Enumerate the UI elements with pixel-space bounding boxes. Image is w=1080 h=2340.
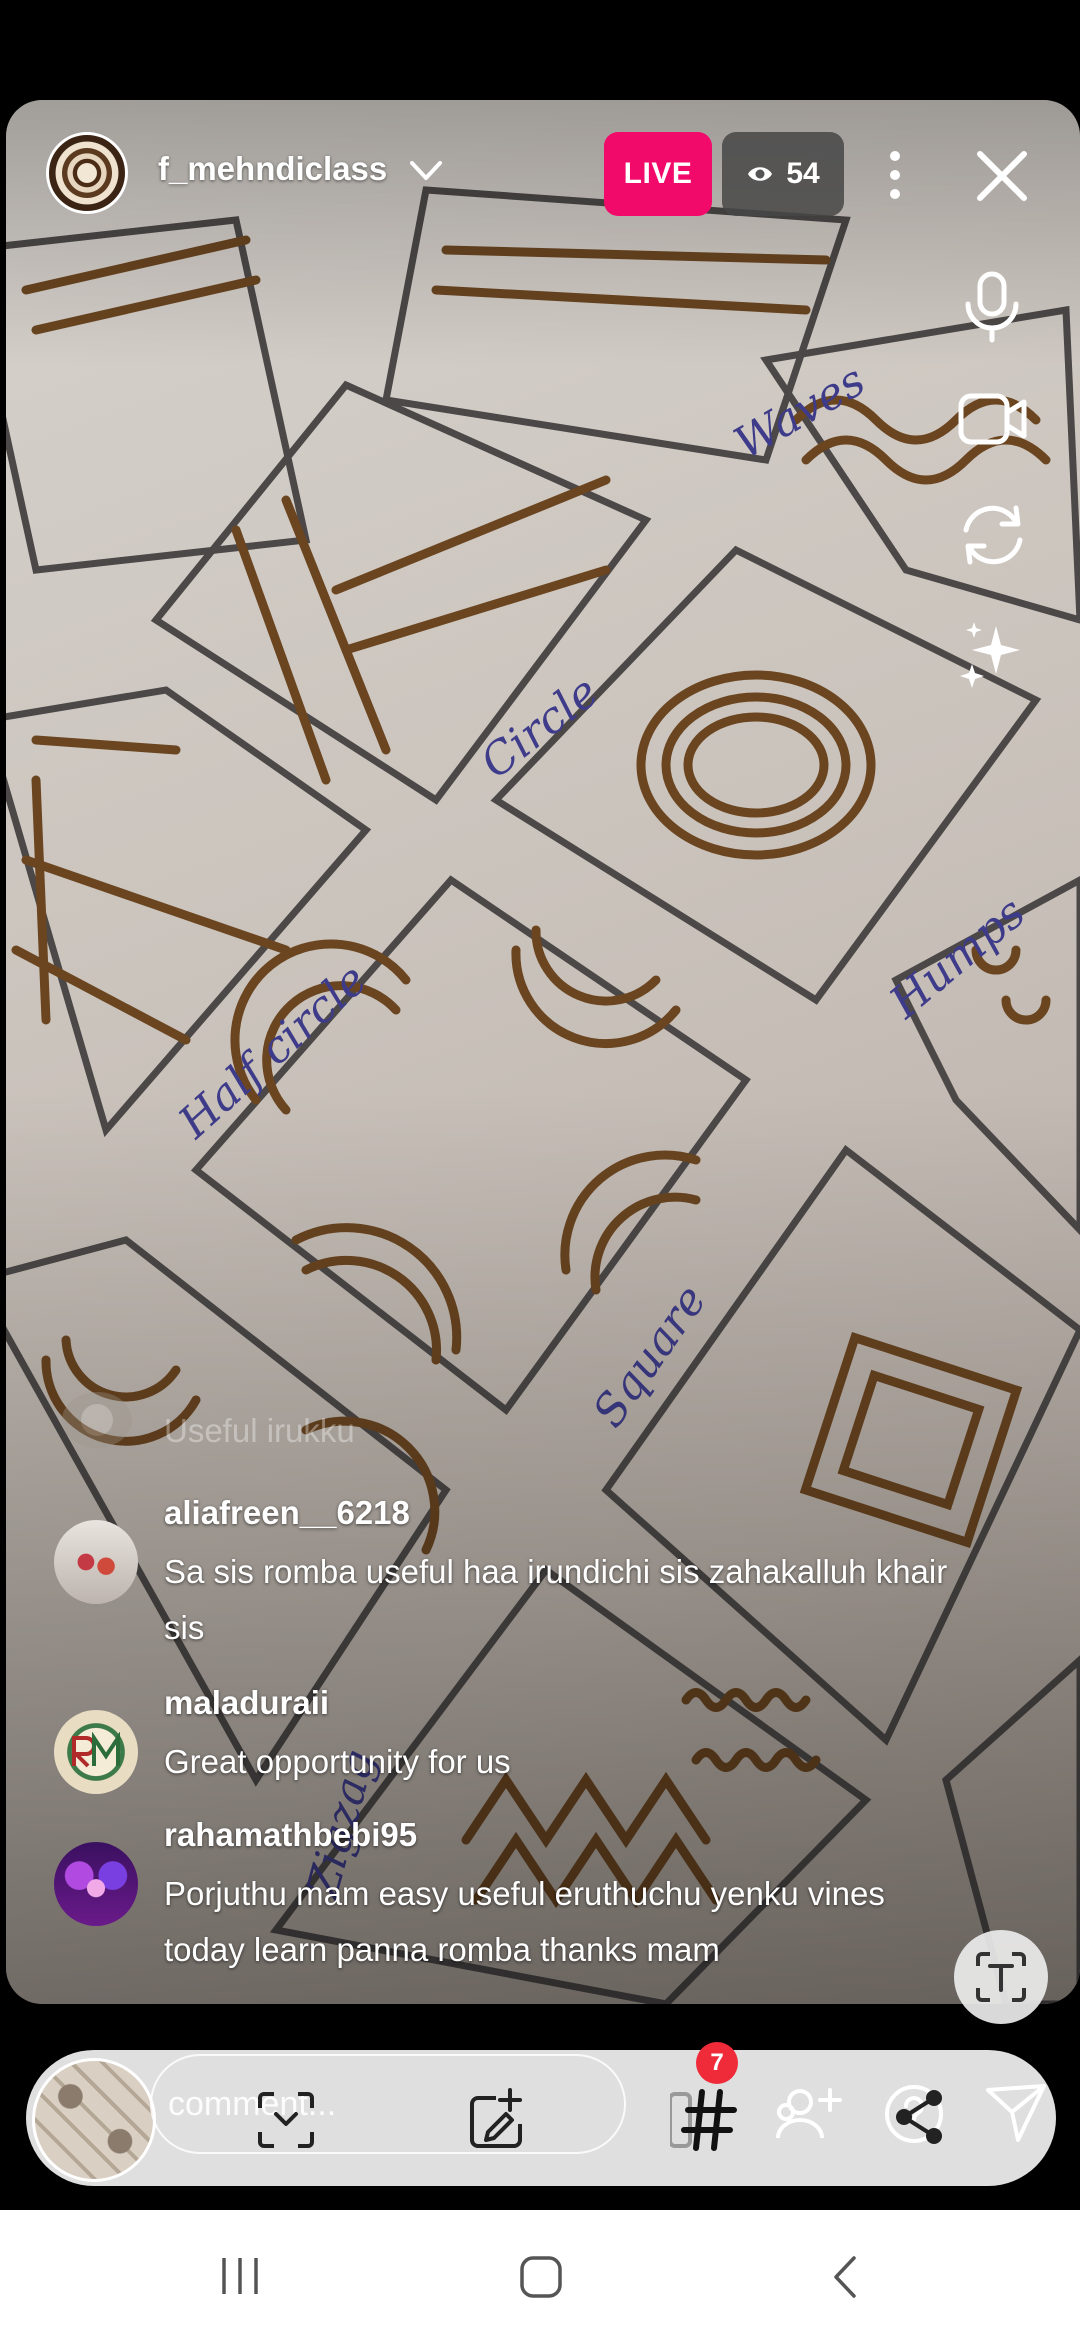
comment-username[interactable]: rahamathbebi95 [164, 1816, 417, 1854]
host-username[interactable]: f_mehndiclass [158, 150, 387, 188]
comment-text: Useful irukku [164, 1412, 355, 1449]
scan-icon[interactable] [256, 2090, 316, 2150]
eye-icon [748, 167, 773, 181]
video-camera-icon[interactable] [958, 392, 1028, 446]
comment-text: Sa sis romba useful haa irundichi sis za… [164, 1553, 948, 1646]
viewer-count-badge[interactable]: 54 [722, 132, 844, 216]
comment-username[interactable]: aliafreen__6218 [164, 1494, 410, 1532]
svg-text:Half circle: Half circle [168, 954, 376, 1149]
back-icon[interactable] [828, 2254, 862, 2300]
add-sticker-icon[interactable] [466, 2086, 532, 2152]
close-icon[interactable] [974, 148, 1030, 204]
chevron-down-icon[interactable] [408, 158, 444, 184]
avatar [62, 1392, 132, 1448]
send-icon[interactable] [984, 2082, 1048, 2144]
home-icon[interactable] [518, 2254, 564, 2300]
avatar[interactable] [54, 1710, 138, 1794]
sparkles-effects-icon[interactable] [958, 618, 1028, 688]
share-icon[interactable] [892, 2088, 946, 2146]
svg-text:Waves: Waves [726, 355, 874, 470]
more-vertical-icon[interactable] [880, 148, 910, 202]
hashtag-icon[interactable] [670, 2084, 740, 2154]
flip-camera-icon[interactable] [958, 500, 1028, 570]
add-guest-icon[interactable] [774, 2084, 842, 2144]
text-scan-icon [976, 1952, 1026, 2002]
translate-text-button[interactable] [954, 1930, 1048, 2024]
avatar[interactable] [54, 1520, 138, 1604]
recent-apps-icon[interactable] [218, 2254, 262, 2298]
live-badge: LIVE [604, 132, 712, 216]
stream-thumbnail[interactable] [32, 2058, 156, 2182]
comment-text: Porjuthu mam easy useful eruthuchu yenku… [164, 1875, 885, 1968]
comment-input[interactable] [150, 2054, 626, 2154]
monogram-logo-icon [71, 1732, 120, 1768]
microphone-icon[interactable] [958, 270, 1026, 344]
host-avatar[interactable] [46, 132, 128, 214]
comment-username[interactable]: maladuraii [164, 1684, 329, 1722]
hashtag-count-badge: 7 [696, 2042, 738, 2084]
avatar[interactable] [54, 1842, 138, 1926]
viewer-count: 54 [786, 157, 820, 190]
comment-text: Great opportunity for us [164, 1743, 511, 1780]
